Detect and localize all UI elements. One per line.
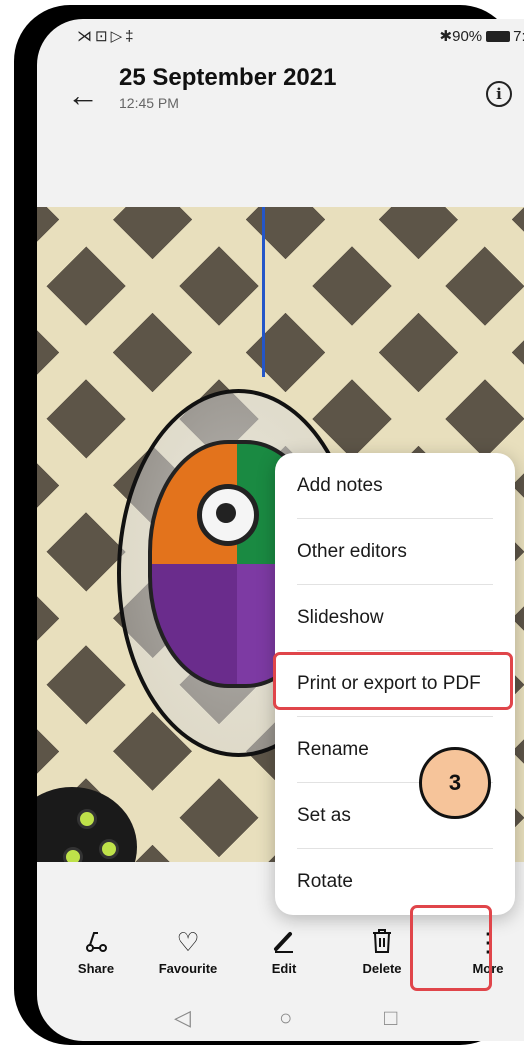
edit-label: Edit [271, 961, 297, 976]
bluetooth-icon: ✱ [439, 28, 453, 45]
menu-item-label: Other editors [297, 541, 407, 562]
system-nav-bar: ◁ ○ □ [37, 1003, 524, 1041]
share-icon-svg [86, 932, 107, 952]
menu-item-add-notes[interactable]: Add notes [275, 453, 515, 519]
menu-item-label: Slideshow [297, 607, 384, 628]
menu-item-label: Rename [297, 739, 369, 760]
share-button[interactable]: Share [56, 927, 136, 976]
clock: 7:0 [513, 28, 524, 45]
menu-item-other-editors[interactable]: Other editors [275, 519, 515, 585]
photo-owl-eye [197, 484, 259, 546]
status-icons: ⋊⊡▷‡ [77, 28, 137, 45]
menu-item-label: Set as [297, 805, 351, 826]
photo-bead [63, 847, 83, 862]
pencil-icon [244, 927, 324, 957]
status-bar: ⋊⊡▷‡ ✱90% 7:0 [37, 19, 524, 53]
favourite-button[interactable]: ♡ Favourite [148, 927, 228, 976]
battery-icon [486, 30, 511, 42]
menu-item-label: Add notes [297, 475, 383, 496]
highlight-print-or-export-pdf [273, 652, 513, 710]
header: ← 25 September 2021 12:45 PM i [37, 59, 524, 139]
photo-bead [99, 839, 119, 859]
nav-recents-icon[interactable]: □ [384, 1005, 397, 1031]
highlight-more-button [410, 905, 492, 991]
battery-percent: 90% [452, 28, 483, 45]
menu-item-label: Rotate [297, 871, 353, 892]
step-number-badge: 3 [419, 747, 491, 819]
photo-hanging-wire [262, 207, 265, 377]
photo-bead-plate [37, 787, 137, 862]
menu-item-slideshow[interactable]: Slideshow [275, 585, 515, 651]
pencil-icon-svg [274, 932, 293, 953]
trash-icon-svg [373, 929, 391, 953]
nav-back-icon[interactable]: ◁ [174, 1005, 191, 1031]
photo-owl-pupil [216, 503, 236, 523]
heart-icon: ♡ [176, 927, 200, 957]
nav-home-icon[interactable]: ○ [279, 1005, 292, 1031]
photo-bead [77, 809, 97, 829]
share-icon [56, 927, 136, 957]
page-title: 25 September 2021 [119, 64, 337, 91]
back-arrow-icon[interactable]: ← [67, 79, 99, 111]
share-label: Share [77, 961, 115, 976]
phone-frame: ⋊⊡▷‡ ✱90% 7:0 ← 25 September 2021 12:45 P… [14, 5, 524, 1045]
edit-button[interactable]: Edit [244, 927, 324, 976]
favourite-label: Favourite [158, 961, 218, 976]
info-icon[interactable]: i [486, 81, 512, 107]
status-right: ✱90% 7:0 [440, 27, 524, 45]
screen: ⋊⊡▷‡ ✱90% 7:0 ← 25 September 2021 12:45 P… [37, 19, 524, 1041]
photo-time: 12:45 PM [119, 95, 179, 111]
